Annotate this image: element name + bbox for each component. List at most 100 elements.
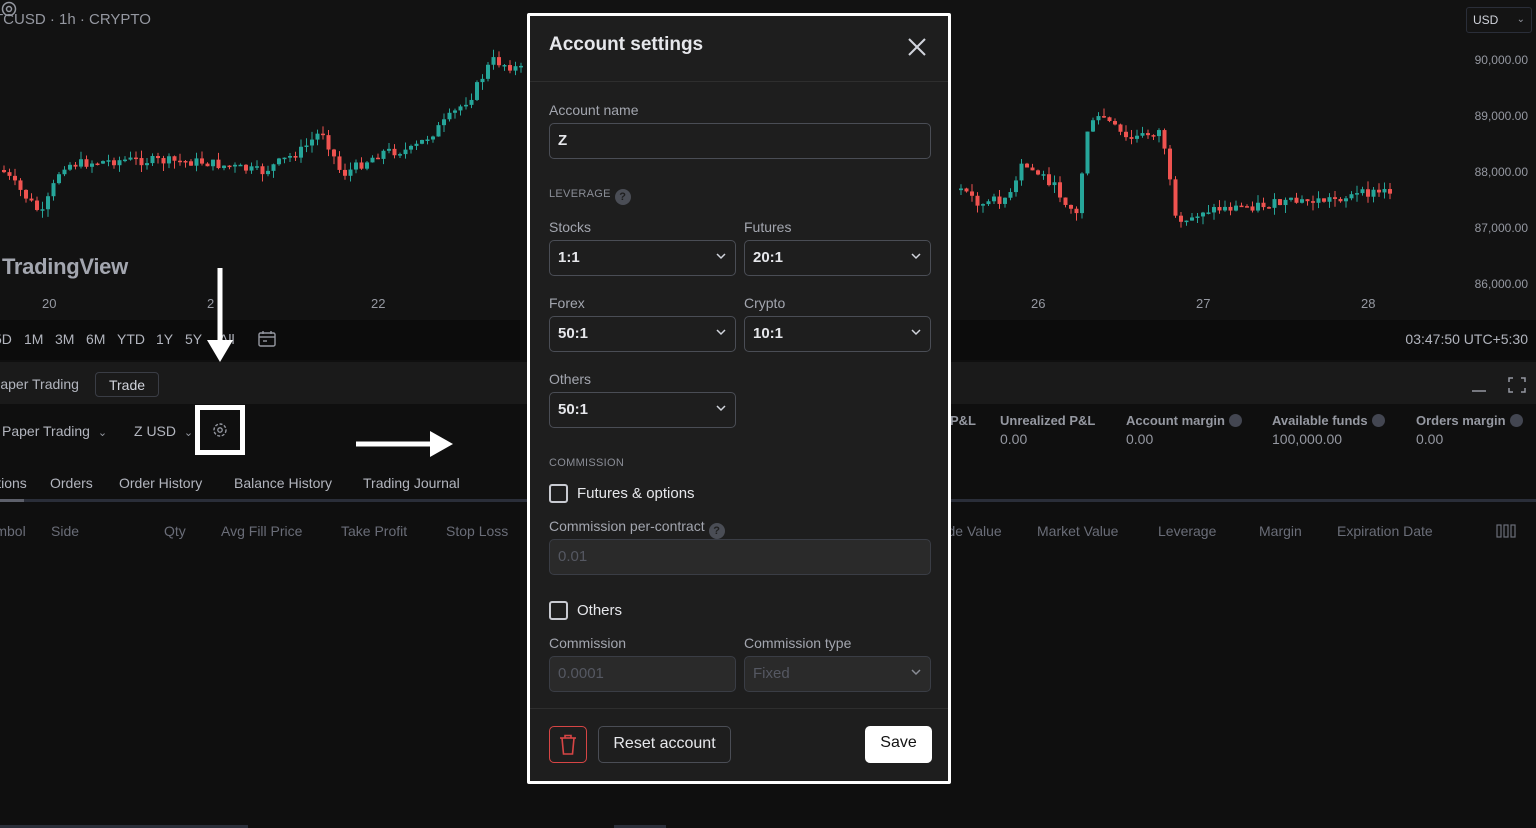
candle-body [1283, 199, 1288, 206]
chevron-down-icon [716, 253, 726, 260]
stocks-label: Stocks [549, 219, 592, 235]
crypto-leverage-value: 10:1 [753, 325, 784, 342]
candle-body [1129, 137, 1134, 139]
candle-body [1316, 198, 1321, 203]
range-6m[interactable]: 6M [86, 331, 105, 347]
account-settings-button[interactable] [195, 405, 245, 455]
candle-body [1245, 206, 1249, 208]
futures-leverage-select[interactable]: 20:1 [744, 240, 931, 276]
others-commission-label[interactable]: Others [577, 602, 622, 619]
info-icon[interactable] [1228, 414, 1242, 427]
candle-body [1074, 208, 1079, 214]
per-contract-input[interactable]: 0.01 [549, 539, 931, 575]
close-icon[interactable] [906, 36, 928, 58]
stocks-leverage-value: 1:1 [558, 249, 580, 266]
range-ytd[interactable]: YTD [117, 331, 145, 347]
help-icon[interactable]: ? [708, 523, 725, 539]
commission-type-select[interactable]: Fixed [744, 656, 931, 692]
timezone-clock[interactable]: 03:47:50 UTC+5:30 [1405, 331, 1528, 347]
candle-body [194, 158, 199, 166]
column-header[interactable]: Expiration Date [1337, 523, 1433, 539]
candle-body [964, 188, 969, 192]
account-settings-dialog: Account settings Account name Z LEVERAGE… [527, 13, 951, 784]
candle-body [7, 172, 12, 176]
columns-settings-icon[interactable] [1496, 524, 1516, 538]
candle-body [1069, 204, 1073, 209]
info-icon[interactable] [1509, 414, 1523, 427]
candle-body [513, 66, 518, 71]
futures-options-label[interactable]: Futures & options [577, 485, 695, 502]
candle-body [425, 139, 430, 141]
dialog-header: Account settings [530, 16, 948, 82]
column-header[interactable]: Leverage [1158, 523, 1216, 539]
tab-orders[interactable]: Orders [50, 475, 93, 491]
candle-body [35, 200, 39, 210]
candle-body [1190, 217, 1194, 221]
candle-body [403, 149, 408, 155]
range-5y[interactable]: 5Y [185, 331, 202, 347]
currency-selector[interactable]: USD ⌄ [1466, 7, 1532, 33]
column-header[interactable]: Side [51, 523, 79, 539]
candle-body [1355, 193, 1359, 195]
reset-account-button[interactable]: Reset account [598, 726, 731, 763]
candle-body [1377, 189, 1381, 193]
tab-positions[interactable]: Positions [0, 475, 27, 491]
others-commission-checkbox[interactable] [549, 601, 568, 620]
tab-trade[interactable]: Trade [95, 372, 159, 397]
per-contract-label-text: Commission per-contract [549, 518, 705, 534]
metric-label: Available funds [1272, 413, 1385, 428]
column-header[interactable]: Avg Fill Price [221, 523, 302, 539]
range-5d[interactable]: 5D [0, 331, 12, 347]
candle-body [1366, 189, 1370, 197]
futures-options-checkbox[interactable] [549, 484, 568, 503]
tab-trading-journal[interactable]: Trading Journal [363, 475, 460, 491]
candle-body [1008, 192, 1013, 198]
column-header[interactable]: Market Value [1037, 523, 1118, 539]
range-1y[interactable]: 1Y [156, 331, 173, 347]
column-header[interactable]: Symbol [0, 523, 26, 539]
column-header[interactable]: Qty [164, 523, 186, 539]
forex-leverage-select[interactable]: 50:1 [549, 316, 736, 352]
candle-body [112, 160, 116, 166]
candle-body [139, 158, 144, 166]
broker-selector[interactable]: Paper Trading ⌄ [2, 423, 107, 439]
metric-value: 100,000.00 [1272, 431, 1343, 447]
stocks-leverage-select[interactable]: 1:1 [549, 240, 736, 276]
candle-body [486, 64, 490, 79]
candle-body [959, 188, 963, 191]
crypto-leverage-select[interactable]: 10:1 [744, 316, 931, 352]
chart-settings-icon[interactable] [0, 0, 18, 18]
metric-label: Unrealized P&L [1000, 413, 1096, 428]
candle-body [167, 156, 171, 164]
candle-body [1019, 163, 1024, 181]
candle-body [2, 170, 6, 173]
help-icon[interactable]: ? [614, 189, 631, 205]
commission-type-label: Commission type [744, 635, 852, 651]
column-header[interactable]: Stop Loss [446, 523, 508, 539]
column-header[interactable]: Take Profit [341, 523, 407, 539]
candle-body [90, 163, 94, 167]
candle-body [156, 156, 160, 159]
info-icon[interactable] [1371, 414, 1385, 427]
range-1m[interactable]: 1M [24, 331, 43, 347]
others-leverage-select[interactable]: 50:1 [549, 392, 736, 428]
tab-paper-trading[interactable]: Paper Trading [0, 376, 79, 392]
others-leverage-value: 50:1 [558, 401, 589, 418]
account-selector[interactable]: Z USD ⌄ [134, 423, 193, 439]
calendar-icon[interactable] [257, 329, 277, 349]
candle-body [508, 65, 512, 71]
tab-order-history[interactable]: Order History [119, 475, 202, 491]
minimize-icon[interactable] [1468, 374, 1490, 396]
candle-body [51, 183, 56, 197]
tab-balance-history[interactable]: Balance History [234, 475, 332, 491]
commission-input[interactable]: 0.0001 [549, 656, 736, 692]
time-axis-label: 26 [1031, 296, 1046, 311]
maximize-icon[interactable] [1506, 374, 1528, 396]
save-button[interactable]: Save [865, 726, 932, 763]
arrow-down-annotation [207, 268, 233, 362]
range-3m[interactable]: 3M [55, 331, 74, 347]
column-header[interactable]: Margin [1259, 523, 1302, 539]
time-axis-label: 28 [1361, 296, 1376, 311]
account-name-input[interactable]: Z [549, 123, 931, 159]
delete-account-button[interactable] [549, 726, 587, 763]
